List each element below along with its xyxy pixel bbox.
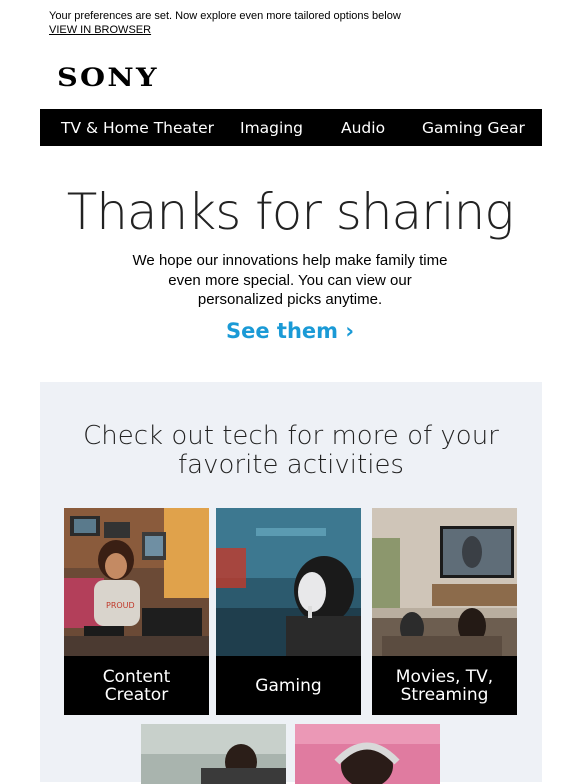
activities-title: Check out tech for more of your favorite… (83, 421, 499, 480)
hero-body: We hope our innovations help make family… (132, 252, 448, 308)
view-in-browser-link[interactable]: VIEW IN BROWSER (49, 23, 401, 37)
tile-label-content-creator: Content Creator (102, 666, 171, 705)
tile-movies-tv-streaming[interactable]: Movies, TV, Streaming (372, 508, 517, 715)
tile-content-creator[interactable]: PROUD Content Creator (64, 508, 209, 715)
tile-label-movies-tv-streaming: Movies, TV, Streaming (395, 666, 494, 705)
nav-item-gaming-gear[interactable]: Gaming Gear (422, 119, 525, 137)
movies-tv-image (372, 508, 517, 656)
tile-fitness-partial[interactable] (141, 724, 286, 784)
svg-text:PROUD: PROUD (106, 601, 135, 610)
content-creator-image: PROUD (64, 508, 209, 656)
preheader: Your preferences are set. Now explore ev… (49, 9, 401, 37)
main-nav: TV & Home Theater Imaging Audio Gaming G… (40, 109, 542, 146)
music-image (295, 724, 440, 784)
tile-music-partial[interactable] (295, 724, 440, 784)
preheader-text: Your preferences are set. Now explore ev… (49, 10, 401, 22)
sony-logo[interactable]: SONY (57, 63, 159, 92)
tile-gaming[interactable]: Gaming (216, 508, 361, 715)
fitness-image (141, 724, 286, 784)
hero-headline: Thanks for sharing (66, 183, 515, 241)
gaming-image (216, 508, 361, 656)
nav-item-audio[interactable]: Audio (341, 119, 385, 137)
nav-item-imaging[interactable]: Imaging (240, 119, 303, 137)
activities-panel: Check out tech for more of your favorite… (40, 382, 542, 784)
see-them-link[interactable]: See them › (0, 319, 580, 343)
nav-item-tv-home-theater[interactable]: TV & Home Theater (61, 119, 214, 137)
tile-label-gaming: Gaming (255, 675, 322, 696)
